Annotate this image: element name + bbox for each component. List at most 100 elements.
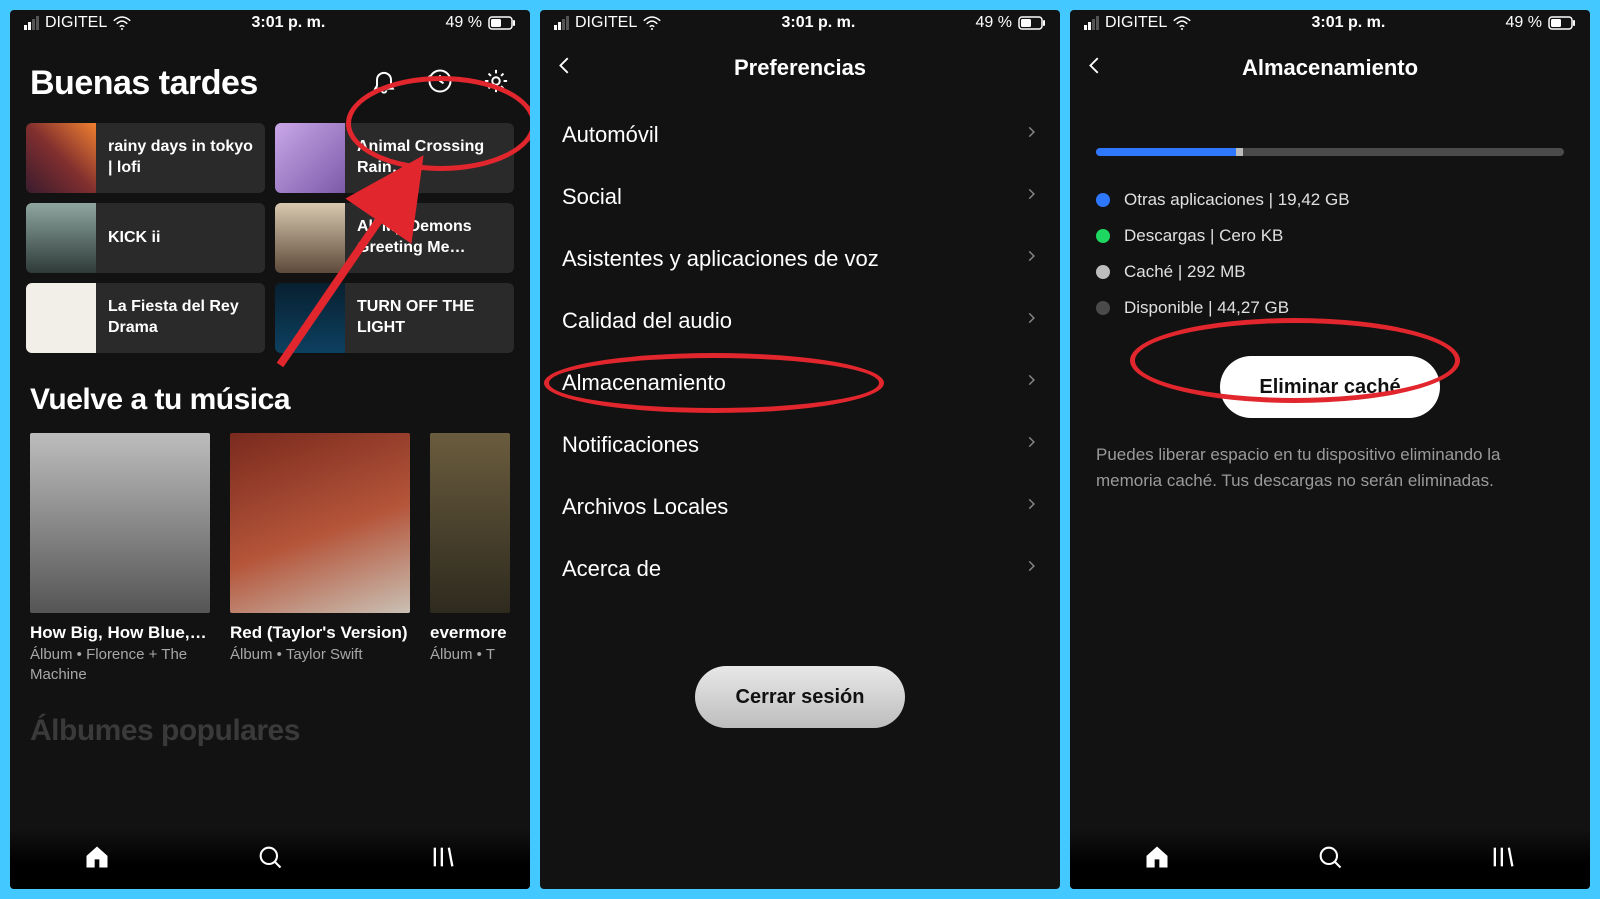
legend-other-apps: Otras aplicaciones | 19,42 GB [1096, 182, 1564, 218]
storage-header: Almacenamiento [1070, 38, 1590, 98]
tile-label: Animal Crossing Rain… [345, 137, 514, 179]
chevron-right-icon [1024, 308, 1038, 334]
popular-albums-title: Álbumes populares [10, 684, 530, 748]
tile-art [275, 203, 345, 273]
search-tab-icon[interactable] [256, 843, 284, 876]
back-icon[interactable] [1084, 55, 1106, 82]
battery-percent: 49 % [1506, 14, 1542, 32]
tile-animal-crossing[interactable]: Animal Crossing Rain… [275, 123, 514, 193]
legend-dot [1096, 193, 1110, 207]
status-time: 3:01 p. m. [781, 14, 855, 32]
history-icon[interactable] [426, 67, 454, 100]
bell-icon[interactable] [370, 67, 398, 100]
prefs-list: Automóvil Social Asistentes y aplicacion… [540, 98, 1060, 606]
legend-label: Caché | 292 MB [1124, 262, 1246, 282]
album-art [430, 433, 510, 613]
album-subtitle: Álbum • Taylor Swift [230, 645, 410, 665]
search-tab-icon[interactable] [1316, 843, 1344, 876]
tab-bar [10, 829, 530, 889]
chevron-right-icon [1024, 556, 1038, 582]
chevron-right-icon [1024, 122, 1038, 148]
pref-label: Calidad del audio [562, 308, 732, 334]
greeting-title: Buenas tardes [30, 64, 258, 103]
library-tab-icon[interactable] [429, 843, 457, 876]
album-art [230, 433, 410, 613]
pref-calidad-audio[interactable]: Calidad del audio [540, 290, 1060, 352]
pref-social[interactable]: Social [540, 166, 1060, 228]
tile-art [26, 123, 96, 193]
pref-label: Acerca de [562, 556, 661, 582]
pref-asistentes-voz[interactable]: Asistentes y aplicaciones de voz [540, 228, 1060, 290]
wifi-icon [643, 16, 661, 30]
storage-fill-other [1096, 148, 1236, 156]
pref-label: Automóvil [562, 122, 659, 148]
pref-notificaciones[interactable]: Notificaciones [540, 414, 1060, 476]
album-title: evermore [430, 623, 510, 643]
status-time: 3:01 p. m. [1311, 14, 1385, 32]
legend-dot [1096, 229, 1110, 243]
legend-label: Descargas | Cero KB [1124, 226, 1283, 246]
phone-home: DIGITEL 3:01 p. m. 49 % Buenas tardes [10, 10, 530, 889]
tile-art [26, 283, 96, 353]
tile-label: TURN OFF THE LIGHT [345, 297, 514, 339]
album-subtitle: Álbum • Florence + The Machine [30, 645, 210, 684]
tile-rainy-days[interactable]: rainy days in tokyo | lofi [26, 123, 265, 193]
album-card[interactable]: Red (Taylor's Version) Álbum • Taylor Sw… [230, 433, 410, 684]
pref-label: Notificaciones [562, 432, 699, 458]
album-card[interactable]: How Big, How Blue,… Álbum • Florence + T… [30, 433, 210, 684]
chevron-right-icon [1024, 370, 1038, 396]
album-art [30, 433, 210, 613]
chevron-right-icon [1024, 432, 1038, 458]
phone-storage: DIGITEL 3:01 p. m. 49 % Almacenamiento O… [1070, 10, 1590, 889]
pref-label: Almacenamiento [562, 370, 726, 396]
legend-available: Disponible | 44,27 GB [1096, 290, 1564, 326]
status-bar: DIGITEL 3:01 p. m. 49 % [10, 10, 530, 34]
wifi-icon [113, 16, 131, 30]
pref-label: Social [562, 184, 622, 210]
pref-acerca-de[interactable]: Acerca de [540, 538, 1060, 600]
pref-automovil[interactable]: Automóvil [540, 104, 1060, 166]
tile-label: All My Demons Greeting Me… [345, 217, 514, 259]
tile-art [275, 123, 345, 193]
storage-body: Otras aplicaciones | 19,42 GB Descargas … [1070, 98, 1590, 513]
tile-art [275, 283, 345, 353]
storage-title: Almacenamiento [1242, 55, 1418, 81]
back-to-music-title: Vuelve a tu música [10, 353, 530, 433]
status-bar: DIGITEL 3:01 p. m. 49 % [1070, 10, 1590, 34]
legend-label: Disponible | 44,27 GB [1124, 298, 1289, 318]
album-carousel[interactable]: How Big, How Blue,… Álbum • Florence + T… [10, 433, 530, 684]
tile-la-fiesta[interactable]: La Fiesta del Rey Drama [26, 283, 265, 353]
tile-kick-ii[interactable]: KICK ii [26, 203, 265, 273]
clear-cache-button[interactable]: Eliminar caché [1220, 356, 1440, 418]
tile-all-my-demons[interactable]: All My Demons Greeting Me… [275, 203, 514, 273]
tile-label: La Fiesta del Rey Drama [96, 297, 265, 339]
logout-label: Cerrar sesión [736, 686, 865, 709]
pref-almacenamiento[interactable]: Almacenamiento [540, 352, 1060, 414]
storage-fill-cache [1236, 148, 1243, 156]
tile-turn-off-light[interactable]: TURN OFF THE LIGHT [275, 283, 514, 353]
home-tab-icon[interactable] [83, 843, 111, 876]
storage-hint: Puedes liberar espacio en tu dispositivo… [1096, 442, 1564, 493]
status-bar: DIGITEL 3:01 p. m. 49 % [540, 10, 1060, 34]
library-tab-icon[interactable] [1489, 843, 1517, 876]
tab-bar [1070, 829, 1590, 889]
legend-dot [1096, 265, 1110, 279]
wifi-icon [1173, 16, 1191, 30]
clear-cache-label: Eliminar caché [1259, 376, 1400, 399]
carrier-label: DIGITEL [575, 14, 637, 32]
album-subtitle: Álbum • T [430, 645, 510, 665]
back-icon[interactable] [554, 55, 576, 82]
storage-bar [1096, 148, 1564, 156]
prefs-header: Preferencias [540, 38, 1060, 98]
gear-icon[interactable] [482, 67, 510, 100]
album-card[interactable]: evermore Álbum • T [430, 433, 510, 684]
recent-tiles: rainy days in tokyo | lofi Animal Crossi… [10, 123, 530, 353]
pref-archivos-locales[interactable]: Archivos Locales [540, 476, 1060, 538]
logout-button[interactable]: Cerrar sesión [695, 666, 905, 728]
prefs-title: Preferencias [734, 55, 866, 81]
legend-downloads: Descargas | Cero KB [1096, 218, 1564, 254]
home-tab-icon[interactable] [1143, 843, 1171, 876]
legend-dot [1096, 301, 1110, 315]
pref-label: Archivos Locales [562, 494, 728, 520]
battery-icon [1548, 16, 1576, 30]
